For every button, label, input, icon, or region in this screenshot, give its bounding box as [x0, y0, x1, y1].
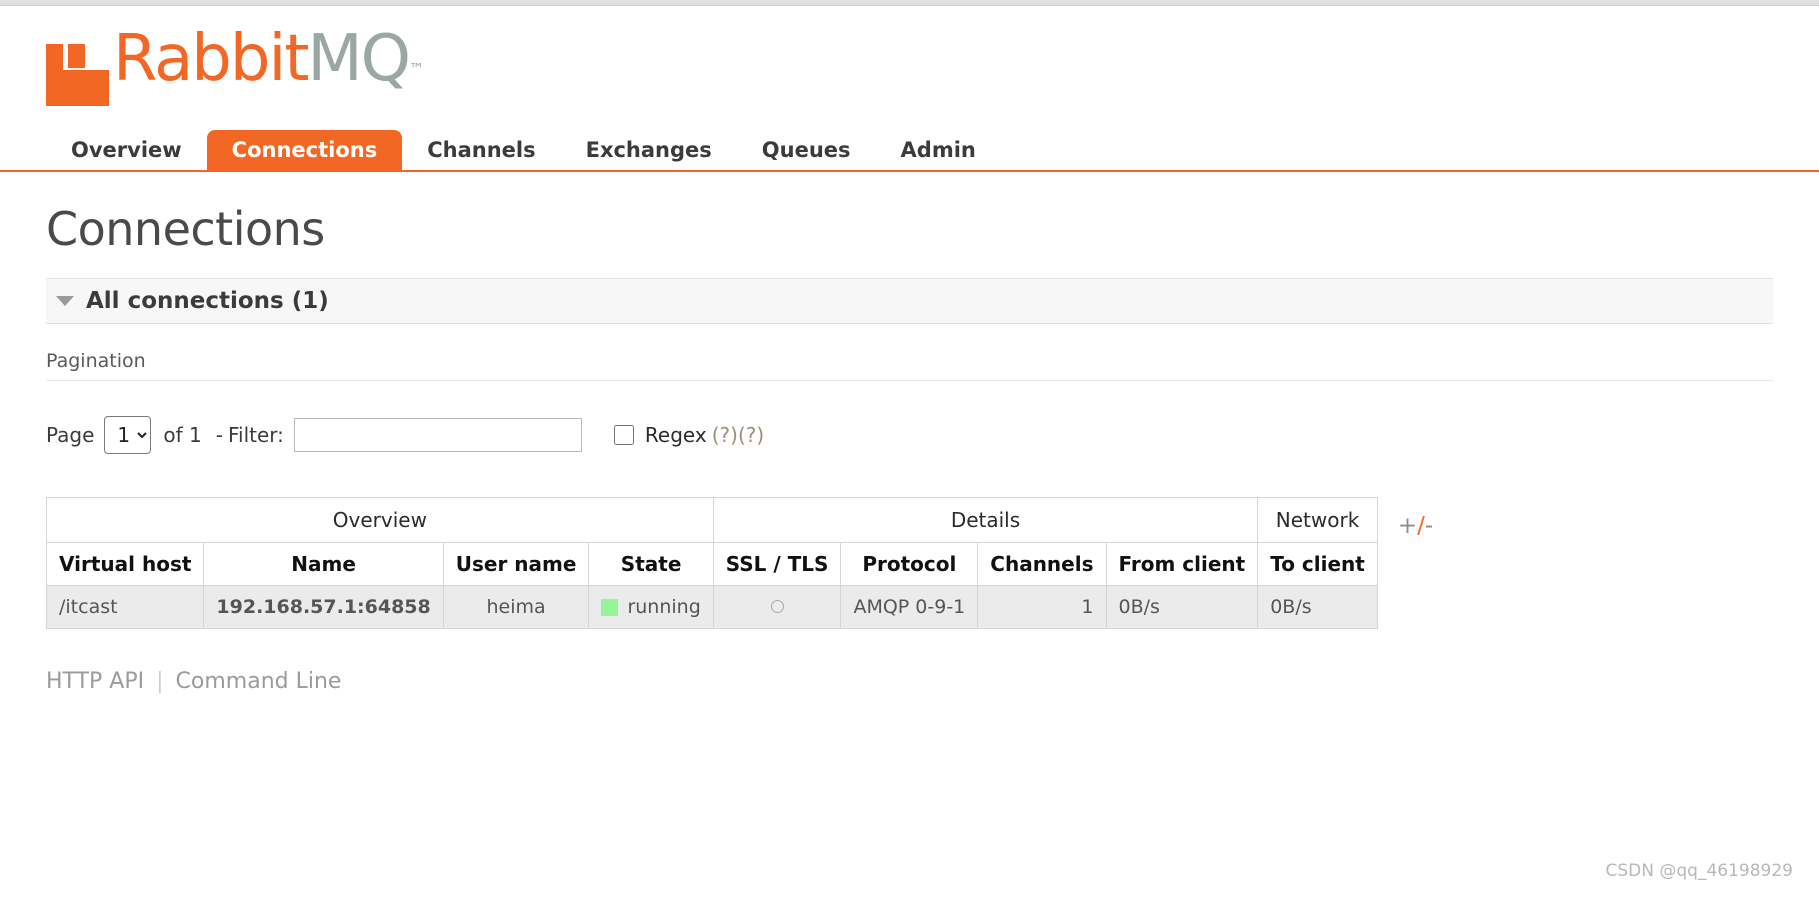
status-badge [601, 598, 619, 616]
column-header-to-client[interactable]: To client [1257, 542, 1378, 586]
regex-checkbox[interactable] [613, 425, 634, 445]
rabbitmq-logo[interactable]: RabbitMQ™ [46, 27, 1819, 110]
page-total-label: of 1 [163, 423, 202, 447]
plus-icon[interactable]: + [1398, 513, 1417, 539]
cell-protocol: AMQP 0-9-1 [840, 585, 979, 629]
regex-help-link-2[interactable]: (?) [738, 423, 764, 447]
column-header-ssl-tls[interactable]: SSL / TLS [712, 542, 842, 586]
tab-connections[interactable]: Connections [206, 130, 403, 172]
all-connections-label: All connections (1) [86, 288, 329, 314]
group-header-overview: Overview [46, 497, 714, 543]
trademark-symbol: ™ [409, 60, 424, 78]
main-navigation: Overview Connections Channels Exchanges … [0, 130, 1819, 172]
circle-icon [770, 600, 784, 613]
page-title: Connections [46, 202, 325, 256]
watermark: CSDN @qq_46198929 [1605, 861, 1793, 881]
footer-separator: | [156, 669, 164, 694]
column-header-protocol[interactable]: Protocol [840, 542, 979, 586]
group-header-details: Details [712, 497, 1259, 543]
filter-input[interactable] [293, 418, 582, 452]
page-footer: HTTP API | Command Line [46, 669, 1773, 694]
column-header-state[interactable]: State [588, 542, 714, 586]
pagination-section: Pagination Page 1 of 1 - Filter: Regex (… [46, 350, 1773, 455]
tab-queues[interactable]: Queues [737, 130, 876, 172]
cell-from-client: 0B/s [1105, 585, 1259, 629]
table-column-header-row: Virtual host Name User name State SSL / … [45, 542, 1378, 586]
cell-state: running [588, 585, 714, 629]
logo-text-rabbit: Rabbit [113, 22, 309, 96]
all-connections-section-header[interactable]: All connections (1) [46, 278, 1773, 324]
minus-icon[interactable]: - [1425, 513, 1433, 539]
toggle-columns-button[interactable]: +/- [1398, 513, 1433, 539]
column-header-from-client[interactable]: From client [1105, 542, 1259, 586]
tab-overview[interactable]: Overview [46, 130, 207, 172]
regex-label: Regex [644, 423, 707, 447]
column-header-name[interactable]: Name [203, 542, 444, 586]
http-api-link[interactable]: HTTP API [46, 669, 144, 694]
column-header-virtual-host[interactable]: Virtual host [45, 542, 205, 586]
connections-table-zone: Overview Details Network Virtual host Na… [45, 497, 1773, 629]
page-root: RabbitMQ™ Overview Connections Channels … [0, 6, 1819, 694]
chevron-down-icon[interactable] [56, 296, 74, 306]
pagination-controls: Page 1 of 1 - Filter: Regex (?) (?) [46, 415, 1773, 455]
logo-text-mq: MQ [307, 22, 411, 96]
regex-control: Regex (?) (?) [613, 423, 764, 447]
command-line-link[interactable]: Command Line [176, 669, 342, 694]
filter-label: Filter: [228, 423, 284, 447]
page-label: Page [46, 423, 95, 447]
tab-admin[interactable]: Admin [876, 130, 1001, 172]
group-header-network: Network [1257, 497, 1378, 543]
tab-exchanges[interactable]: Exchanges [561, 130, 737, 172]
main-content: Connections All connections (1) Paginati… [0, 202, 1819, 694]
rabbitmq-logo-icon [46, 44, 109, 106]
pagination-title: Pagination [46, 350, 1773, 381]
slash-separator: / [1417, 513, 1425, 539]
cell-user-name: heima [442, 585, 590, 629]
column-header-channels[interactable]: Channels [977, 542, 1107, 586]
table-row[interactable]: /itcast 192.168.57.1:64858 heima running [45, 585, 1378, 629]
cell-name[interactable]: 192.168.57.1:64858 [203, 585, 444, 629]
column-header-user-name[interactable]: User name [442, 542, 590, 586]
cell-channels: 1 [977, 585, 1107, 629]
table-head: Overview Details Network Virtual host Na… [45, 497, 1378, 586]
connections-table: Overview Details Network Virtual host Na… [45, 497, 1378, 629]
cell-to-client: 0B/s [1257, 585, 1378, 629]
table-body: /itcast 192.168.57.1:64858 heima running [45, 585, 1378, 629]
state-text: running [627, 596, 701, 618]
pagination-dash: - [215, 423, 223, 447]
cell-virtual-host: /itcast [45, 585, 205, 629]
rabbitmq-wordmark: RabbitMQ™ [113, 27, 424, 100]
tab-channels[interactable]: Channels [402, 130, 560, 172]
page-select[interactable]: 1 [104, 416, 152, 454]
table-group-header-row: Overview Details Network [46, 497, 1378, 543]
regex-help-link-1[interactable]: (?) [712, 423, 738, 447]
cell-ssl-tls [712, 585, 842, 629]
